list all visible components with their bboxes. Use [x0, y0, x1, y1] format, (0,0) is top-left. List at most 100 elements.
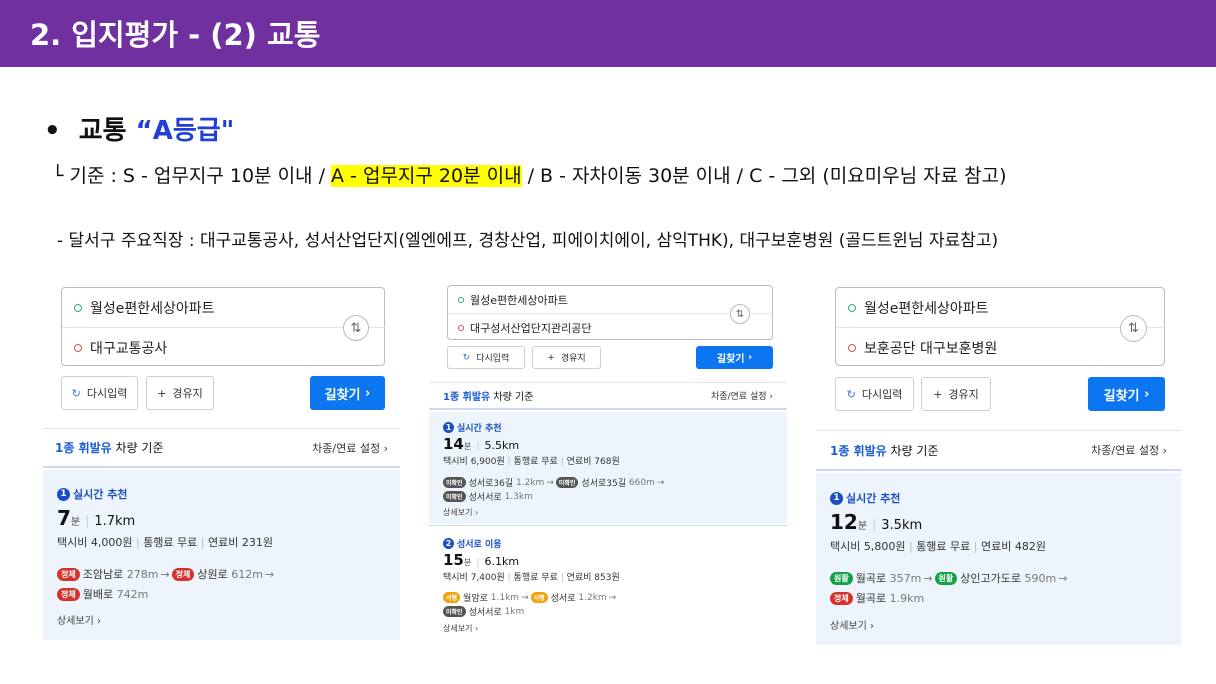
waypoint-label: 경유지: [172, 387, 203, 400]
reset-button[interactable]: ↻ 다시입력: [447, 346, 525, 369]
destination-field[interactable]: 대구교통공사: [62, 328, 344, 367]
details-label: 상세보기: [57, 616, 94, 627]
congestion-badge: 정체: [171, 567, 195, 581]
minutes-value: 15: [443, 551, 464, 569]
congestion-badge: 정체: [830, 591, 853, 605]
search-route-button[interactable]: 길찾기 ›: [696, 346, 773, 369]
details-link[interactable]: 상세보기 ›: [443, 623, 478, 634]
arrow-right-icon: →: [1058, 571, 1068, 585]
road-name: 월곡로: [855, 572, 887, 585]
road-name: 월배로: [82, 588, 114, 601]
origin-field[interactable]: 월성e편한세상아파트: [448, 286, 732, 313]
result-divider: [429, 525, 787, 526]
origin-text: 월성e편한세상아파트: [90, 300, 215, 317]
plus-icon: +: [933, 387, 943, 401]
fuel-type: 1종 휘발유: [830, 443, 887, 458]
destination-text: 대구성서산업단지관리공단: [470, 321, 592, 335]
road-segments: 서행 월암로 1.1km → 서행 성서로 1.2km →: [443, 591, 616, 604]
result-label: 1 실시간 추천: [57, 486, 127, 502]
travel-time: 14분 | 5.5km: [443, 434, 519, 453]
minutes-value: 14: [443, 435, 464, 453]
congestion-badge: 미확인: [555, 477, 579, 488]
vehicle-basis-suffix: 차량 기준: [490, 392, 534, 403]
taxi-fare: 택시비 7,400원: [443, 573, 505, 583]
criteria-line: └ 기준 : S - 업무지구 10분 이내 / A - 업무지구 20분 이내…: [52, 161, 1007, 188]
vehicle-basis: 1종 휘발유 차량 기준: [443, 388, 533, 403]
waypoint-button[interactable]: + 경유지: [146, 376, 214, 410]
destination-text: 보훈공단 대구보훈병원: [864, 340, 998, 357]
chevron-right-icon: ›: [383, 441, 388, 455]
congestion-badge: 미확인: [443, 491, 466, 502]
chevron-right-icon: ›: [870, 621, 874, 632]
search-route-button[interactable]: 길찾기 ›: [1088, 377, 1165, 411]
reset-button[interactable]: ↻ 다시입력: [61, 376, 138, 410]
route-input-box: 월성e편한세상아파트 대구교통공사 ⇅: [61, 287, 386, 367]
result-label: 2 성서로 이용: [443, 537, 502, 550]
route-result-1[interactable]: 1 실시간 추천 14분 | 5.5km 택시비 6,900원 | 통행료 무료 …: [429, 412, 787, 524]
chevron-right-icon: ›: [475, 624, 479, 633]
road-name: 상원로: [197, 568, 228, 581]
origin-field[interactable]: 월성e편한세상아파트: [836, 288, 1124, 327]
details-link[interactable]: 상세보기 ›: [443, 507, 478, 518]
fuel-cost: 연료비 482원: [981, 540, 1046, 553]
road-segments: 정체 조암남로 278m → 정체 상원로 612m →: [57, 566, 274, 582]
road-name: 성서로36길: [468, 479, 514, 489]
waypoint-button[interactable]: + 경유지: [532, 346, 601, 369]
waypoint-button[interactable]: + 경유지: [921, 377, 991, 411]
swap-icon[interactable]: ⇅: [730, 304, 750, 324]
destination-field[interactable]: 보훈공단 대구보훈병원: [836, 328, 1124, 367]
vehicle-settings-link[interactable]: 차종/연료 설정 ›: [711, 389, 773, 402]
settings-label: 차종/연료 설정: [1091, 444, 1160, 457]
route-input-box: 월성e편한세상아파트 대구성서산업단지관리공단 ⇅: [447, 285, 774, 341]
route-result-1[interactable]: 1 실시간 추천 12분 | 3.5km 택시비 5,800원 | 통행료 무료 …: [816, 473, 1181, 645]
origin-dot-icon: [74, 303, 82, 312]
arrow-right-icon: →: [264, 567, 275, 581]
criteria-after: / B - 자차이동 30분 이내 / C - 그외 (미요미우님 자료 참고): [521, 165, 1007, 187]
toll-fee: 통행료 무료: [513, 573, 558, 583]
minutes-value: 12: [830, 510, 858, 534]
details-link[interactable]: 상세보기 ›: [830, 617, 874, 632]
rank-badge: 1: [57, 487, 70, 501]
road-distance: 278m: [126, 567, 159, 581]
destination-field[interactable]: 대구성서산업단지관리공단: [448, 314, 732, 341]
refresh-icon: ↻: [71, 386, 81, 400]
rank-badge: 2: [443, 538, 454, 549]
minutes-unit: 분: [70, 517, 81, 528]
taxi-fare: 택시비 6,900원: [443, 457, 505, 467]
chevron-right-icon: ›: [769, 392, 773, 402]
arrow-right-icon: →: [546, 477, 554, 488]
search-label: 길찾기: [716, 354, 745, 365]
road-segments: 미확인 성서로36길 1.2km → 미확인 성서로35길 660m →: [443, 476, 664, 489]
reset-button[interactable]: ↻ 다시입력: [835, 377, 914, 411]
road-distance: 1.9km: [889, 591, 925, 605]
vehicle-settings-link[interactable]: 차종/연료 설정 ›: [1091, 442, 1167, 458]
waypoint-label: 경유지: [560, 354, 586, 364]
details-link[interactable]: 상세보기 ›: [57, 612, 101, 627]
congestion-badge: 정체: [57, 587, 80, 601]
vehicle-basis-suffix: 차량 기준: [111, 441, 164, 455]
road-name: 월암로: [463, 594, 488, 604]
fuel-cost: 연료비 853원: [566, 573, 620, 583]
swap-icon[interactable]: ⇅: [343, 315, 369, 341]
vehicle-settings-link[interactable]: 차종/연료 설정 ›: [312, 440, 388, 456]
toll-fee: 통행료 무료: [143, 536, 198, 549]
congestion-badge: 원활: [934, 571, 958, 585]
swap-icon[interactable]: ⇅: [1120, 315, 1147, 342]
vehicle-basis: 1종 휘발유 차량 기준: [830, 442, 939, 459]
waypoint-label: 경유지: [948, 388, 979, 401]
divider: |: [476, 442, 480, 452]
route-result-2[interactable]: 2 성서로 이용 15분 | 6.1km 택시비 7,400원 | 통행료 무료 …: [429, 527, 787, 643]
vehicle-basis-suffix: 차량 기준: [886, 443, 939, 458]
result-label: 1 실시간 추천: [443, 421, 502, 434]
origin-text: 월성e편한세상아파트: [470, 293, 568, 307]
chevron-right-icon: ›: [1144, 386, 1150, 402]
origin-field[interactable]: 월성e편한세상아파트: [62, 288, 344, 327]
search-route-button[interactable]: 길찾기 ›: [310, 376, 385, 410]
refresh-icon: ↻: [462, 352, 471, 363]
route-result-1[interactable]: 1 실시간 추천 7분 | 1.7km 택시비 4,000원 | 통행료 무료 |…: [43, 470, 400, 640]
settings-label: 차종/연료 설정: [710, 392, 767, 402]
minutes-unit: 분: [857, 521, 868, 532]
road-segments: 미확인 성서서로 1km: [443, 605, 524, 618]
rank-badge: 1: [443, 422, 454, 433]
cost-line: 택시비 4,000원 | 통행료 무료 | 연료비 231원: [57, 536, 273, 549]
